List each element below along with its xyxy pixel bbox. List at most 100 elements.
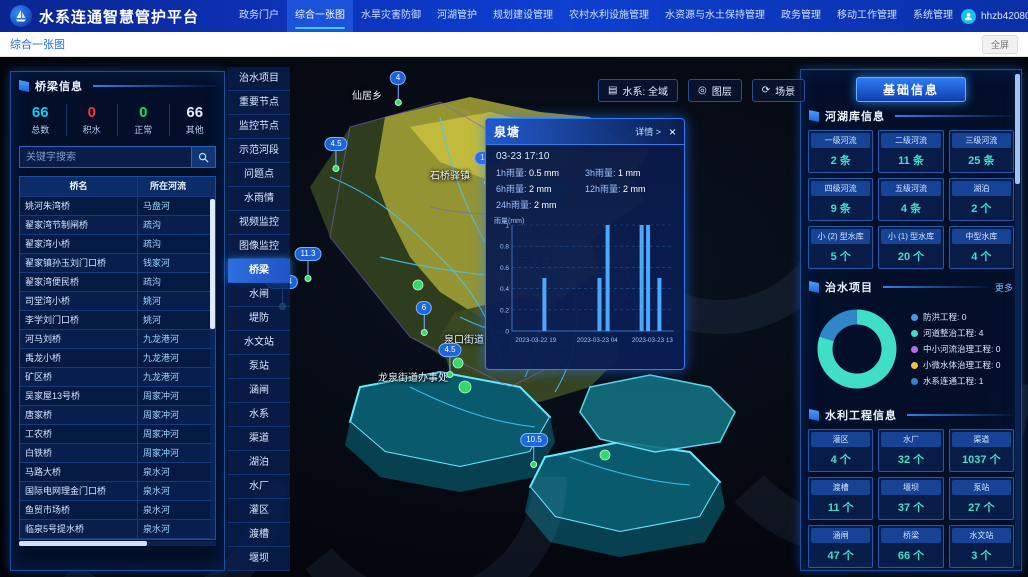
nav-item[interactable]: 综合一张图: [287, 0, 353, 32]
stat-cell[interactable]: 五级河流4 条: [878, 178, 943, 221]
layer-menu-item[interactable]: 水闸: [228, 283, 290, 307]
fullscreen-button[interactable]: 全屏: [982, 35, 1018, 54]
more-link[interactable]: 更多: [995, 281, 1013, 294]
map-marker[interactable]: 4: [390, 67, 406, 106]
stat-cell[interactable]: 湖泊2 个: [949, 178, 1014, 221]
table-row[interactable]: 白铁桥周家冲河: [20, 444, 215, 463]
breadcrumb[interactable]: 综合一张图: [0, 36, 65, 52]
layer-menu-item[interactable]: 视频监控: [228, 211, 290, 235]
user-menu[interactable]: hhzb42080201 ▾: [961, 9, 1028, 24]
table-row[interactable]: 吴家屋13号桥周家冲河: [20, 387, 215, 406]
table-row[interactable]: 唐家桥周家冲河: [20, 406, 215, 425]
close-icon[interactable]: ×: [669, 126, 676, 138]
map-control-button[interactable]: ◎图层: [688, 79, 742, 102]
layer-menu-item[interactable]: 水文站: [228, 331, 290, 355]
stat-cell[interactable]: 小 (1) 型水库20 个: [878, 226, 943, 269]
layer-menu-item[interactable]: 图像监控: [228, 235, 290, 259]
right-panel-scrollbar[interactable]: [1015, 74, 1020, 566]
table-row[interactable]: 矿区桥九龙港河: [20, 368, 215, 387]
layer-menu-item[interactable]: 治水项目: [228, 67, 290, 91]
river-name-cell: 周家冲河: [138, 444, 198, 462]
map-marker[interactable]: 6: [416, 297, 432, 336]
popup-detail-link[interactable]: 详情 >: [635, 125, 661, 138]
stat-cell[interactable]: 三级河流25 条: [949, 130, 1014, 173]
layer-menu-item[interactable]: 涵闸: [228, 379, 290, 403]
table-row[interactable]: 翟家湾节制闸桥疏沟: [20, 216, 215, 235]
legend-item[interactable]: 防洪工程: 0: [911, 311, 1013, 323]
nav-item[interactable]: 河湖管护: [429, 0, 485, 32]
map-control-button[interactable]: ⟳场景: [752, 79, 805, 102]
nav-item[interactable]: 水资源与水土保持管理: [657, 0, 773, 32]
stat-cell[interactable]: 四级河流9 条: [808, 178, 873, 221]
stat-cell[interactable]: 灌区4 个: [808, 429, 873, 472]
table-row[interactable]: 翟家湾小桥疏沟: [20, 235, 215, 254]
table-hscrollbar[interactable]: [19, 541, 216, 546]
basic-info-button[interactable]: 基础信息: [856, 77, 966, 102]
layer-menu-item[interactable]: 堤防: [228, 307, 290, 331]
nav-item[interactable]: 水旱灾害防御: [353, 0, 429, 32]
table-row[interactable]: 鱼贸市场桥泉水河: [20, 501, 215, 520]
stat-cell[interactable]: 水厂32 个: [878, 429, 943, 472]
layer-menu-item[interactable]: 示范河段: [228, 139, 290, 163]
map-marker[interactable]: 11.3: [295, 243, 322, 282]
marker-value: 4.5: [324, 137, 347, 151]
search-button[interactable]: [192, 146, 216, 168]
stat-cell[interactable]: 渠道1037 个: [949, 429, 1014, 472]
table-row[interactable]: 禹龙小桥九龙港河: [20, 349, 215, 368]
stat-cell[interactable]: 中型水库4 个: [949, 226, 1014, 269]
search-input[interactable]: [19, 146, 192, 168]
stat-cell[interactable]: 桥梁66 个: [878, 525, 943, 568]
layer-menu-item[interactable]: 水系: [228, 403, 290, 427]
layer-menu-item[interactable]: 湖泊: [228, 451, 290, 475]
stat-cell[interactable]: 泵站27 个: [949, 477, 1014, 520]
table-row[interactable]: 国际电网理金门口桥泉水河: [20, 482, 215, 501]
layer-menu-item[interactable]: 水雨情: [228, 187, 290, 211]
map-marker[interactable]: 10.5: [520, 429, 548, 468]
stat-cell[interactable]: 二级河流11 条: [878, 130, 943, 173]
legend-item[interactable]: 河道整治工程: 4: [911, 327, 1013, 339]
layer-menu-item[interactable]: 重要节点: [228, 91, 290, 115]
svg-text:0.2: 0.2: [500, 307, 509, 314]
layer-menu-item[interactable]: 渠道: [228, 427, 290, 451]
map-control-button[interactable]: ▤水系: 全域: [598, 79, 678, 102]
map-marker[interactable]: 4.5: [324, 133, 347, 172]
layer-menu-item[interactable]: 堰坝: [228, 547, 290, 571]
nav-item[interactable]: 规划建设管理: [485, 0, 561, 32]
table-row[interactable]: 李学刘门口桥姚河: [20, 311, 215, 330]
layer-menu-item[interactable]: 渡槽: [228, 523, 290, 547]
stat-cell[interactable]: 堰坝37 个: [878, 477, 943, 520]
table-row[interactable]: 工农桥周家冲河: [20, 425, 215, 444]
stat-cell[interactable]: 涵闸47 个: [808, 525, 873, 568]
legend-item[interactable]: 小微水体治理工程: 0: [911, 359, 1013, 371]
map-marker[interactable]: 4.5: [438, 339, 461, 378]
table-vscrollbar[interactable]: [210, 197, 215, 539]
nav-item[interactable]: 系统管理: [905, 0, 961, 32]
nav-item[interactable]: 政务门户: [231, 0, 287, 32]
table-row[interactable]: 翟家镇孙玉刘门口桥钱家河: [20, 254, 215, 273]
stat-cell[interactable]: 渡槽11 个: [808, 477, 873, 520]
layer-menu-item[interactable]: 问题点: [228, 163, 290, 187]
popup-timestamp: 03-23 17:10: [486, 145, 684, 164]
table-row[interactable]: 司堂湾小桥姚河: [20, 292, 215, 311]
scroll-thumb[interactable]: [210, 199, 215, 329]
table-row[interactable]: 翟家湾便民桥疏沟: [20, 273, 215, 292]
layer-menu-item[interactable]: 泵站: [228, 355, 290, 379]
legend-item[interactable]: 水系连通工程: 1: [911, 375, 1013, 387]
table-row[interactable]: 姚河朱湾桥马盘河: [20, 197, 215, 216]
table-row[interactable]: 马路大桥泉水河: [20, 463, 215, 482]
table-row[interactable]: 临泉5号提水桥泉水河: [20, 520, 215, 539]
nav-item[interactable]: 农村水利设施管理: [561, 0, 657, 32]
layer-menu-item[interactable]: 灌区: [228, 499, 290, 523]
stat-cell[interactable]: 一级河流2 条: [808, 130, 873, 173]
legend-label: 河道整治工程: 4: [923, 327, 983, 339]
stat-cell[interactable]: 水文站3 个: [949, 525, 1014, 568]
legend-item[interactable]: 中小河流治理工程: 0: [911, 343, 1013, 355]
layer-menu-item[interactable]: 水厂: [228, 475, 290, 499]
stat-cell[interactable]: 小 (2) 型水库5 个: [808, 226, 873, 269]
stat-cell-label: 桥梁: [881, 528, 940, 543]
nav-item[interactable]: 政务管理: [773, 0, 829, 32]
nav-item[interactable]: 移动工作管理: [829, 0, 905, 32]
table-row[interactable]: 河马刘桥九龙港河: [20, 330, 215, 349]
layer-menu-item[interactable]: 桥梁: [228, 259, 290, 283]
layer-menu-item[interactable]: 监控节点: [228, 115, 290, 139]
